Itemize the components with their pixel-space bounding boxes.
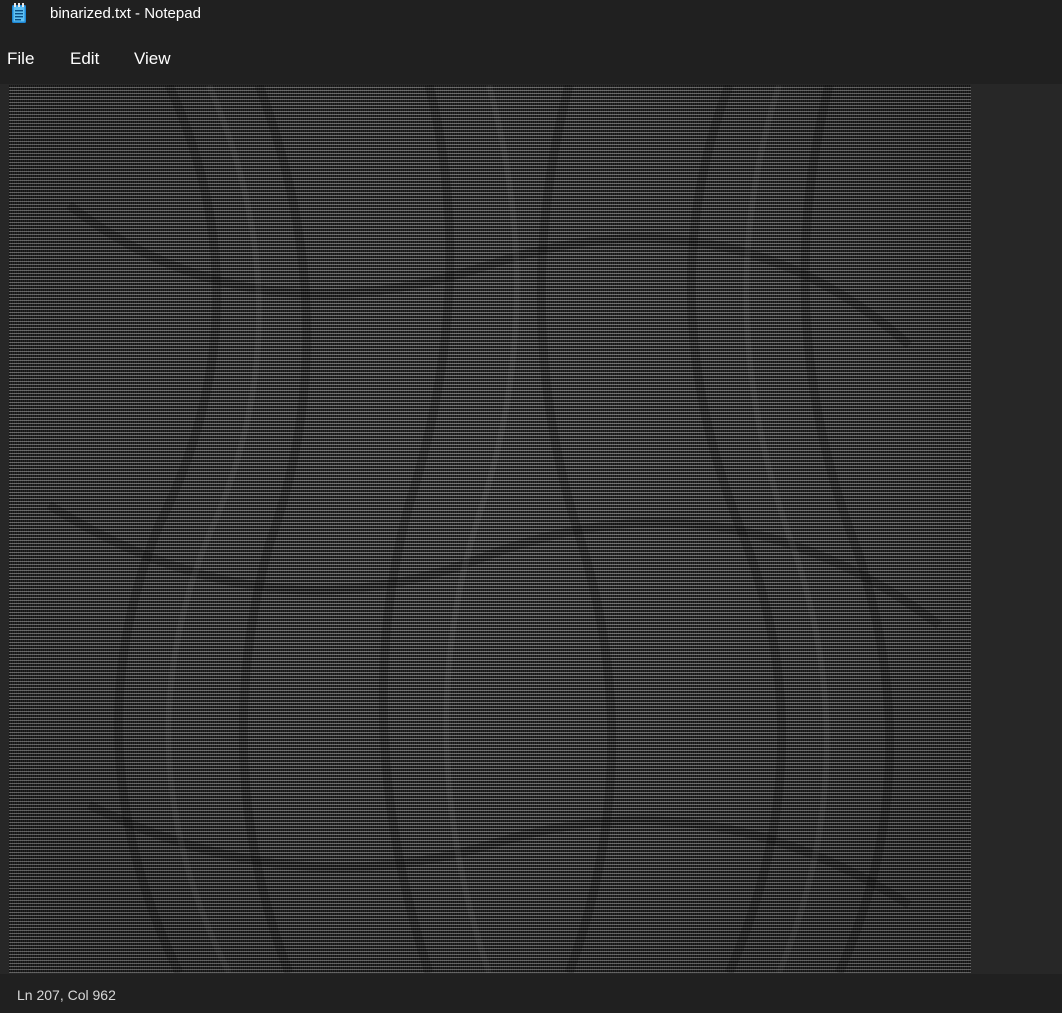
notepad-icon [11, 3, 27, 24]
status-bar: Ln 207, Col 962 [0, 976, 1062, 1013]
menu-bar: File Edit View [0, 38, 1062, 82]
cursor-position: Ln 207, Col 962 [17, 987, 116, 1003]
editor-pane [0, 84, 1062, 974]
vertical-scrollbar-area[interactable] [973, 84, 1062, 974]
menu-view[interactable]: View [134, 48, 171, 70]
title-bar[interactable]: binarized.txt - Notepad [0, 0, 1062, 30]
binarized-pattern [9, 85, 971, 973]
menu-file[interactable]: File [7, 48, 34, 70]
text-editor[interactable] [9, 85, 971, 973]
notepad-window: binarized.txt - Notepad File Edit View L… [0, 0, 1062, 1013]
window-title: binarized.txt - Notepad [50, 5, 201, 22]
menu-edit[interactable]: Edit [70, 48, 99, 70]
